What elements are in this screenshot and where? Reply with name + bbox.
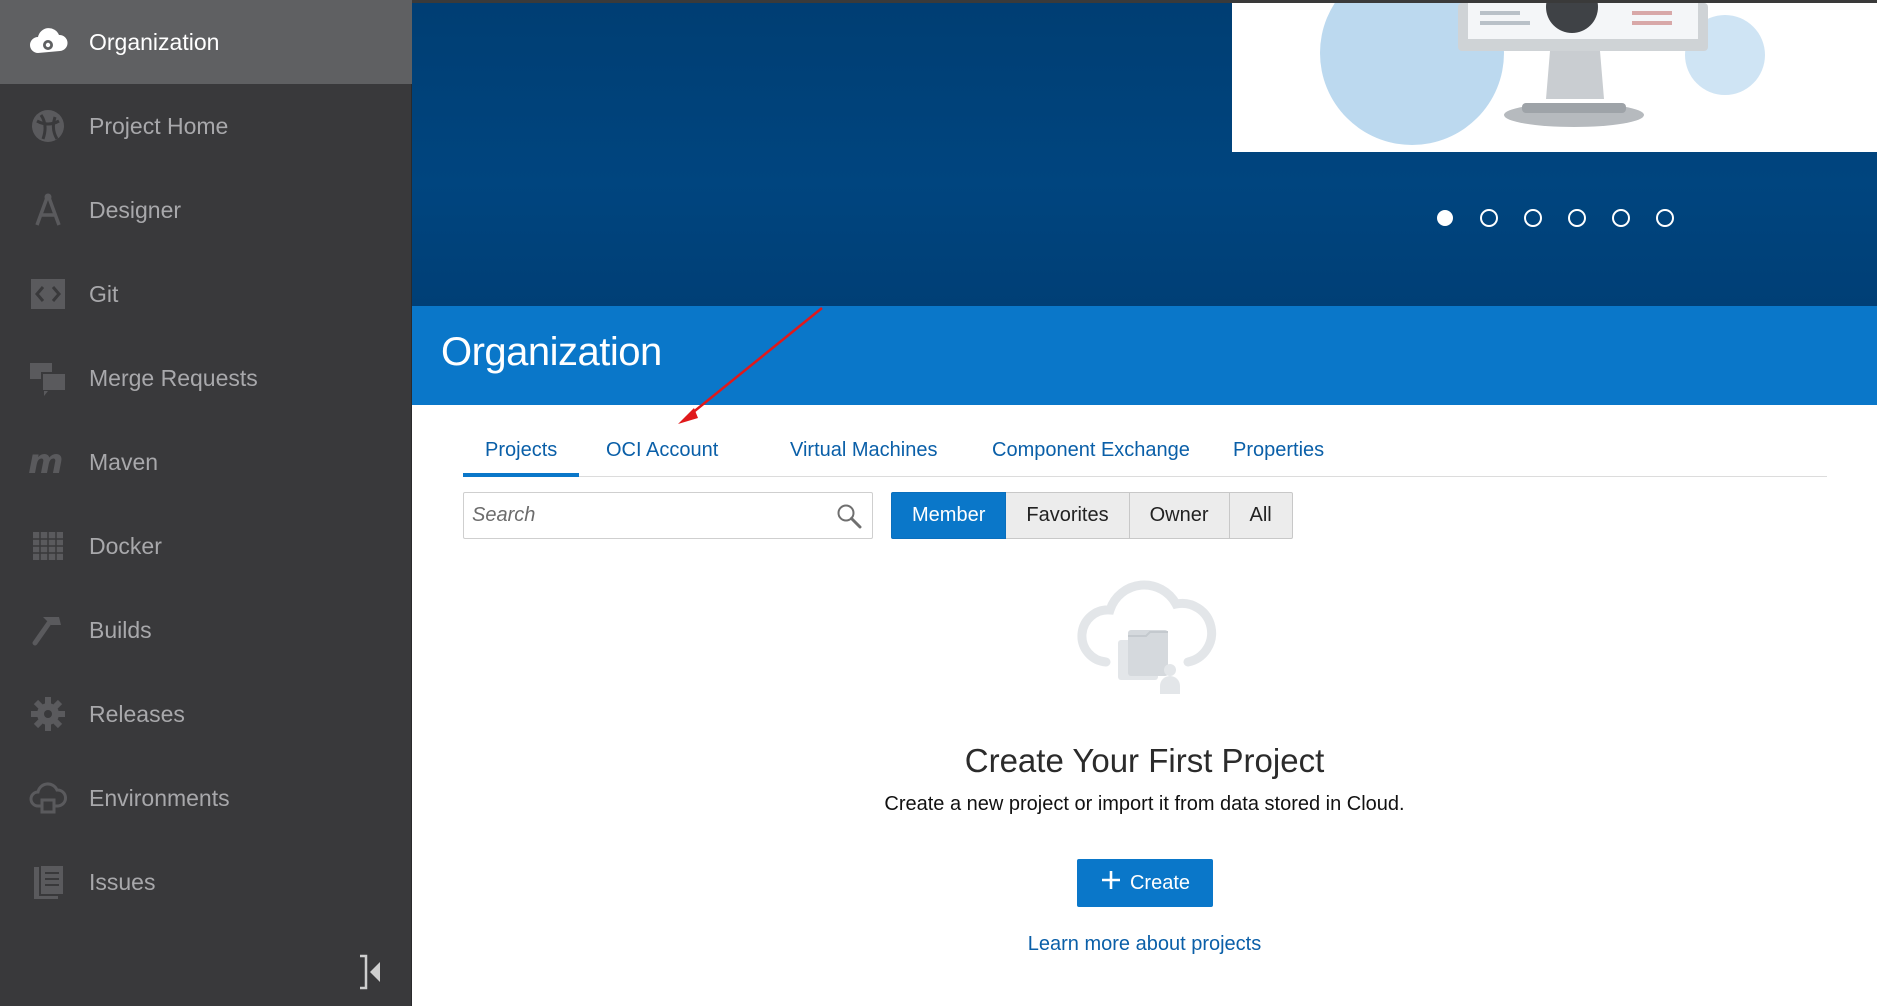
sidebar-item-label: Designer — [89, 197, 182, 223]
sidebar-item-maven[interactable]: m Maven — [0, 420, 412, 504]
filter-all-button[interactable]: All — [1229, 492, 1293, 539]
filter-owner-button[interactable]: Owner — [1129, 492, 1230, 539]
cloud-gear-icon — [28, 24, 68, 60]
promo-banner-carousel — [412, 0, 1877, 306]
page-title: Organization — [441, 330, 662, 374]
filter-favorites-button[interactable]: Favorites — [1006, 492, 1130, 539]
designer-icon — [28, 192, 68, 228]
carousel-dot-1[interactable] — [1437, 210, 1453, 226]
tab-component-exchange[interactable]: Component Exchange — [970, 430, 1212, 477]
learn-more-link[interactable]: Learn more about projects — [412, 933, 1877, 956]
sidebar-item-project-home[interactable]: Project Home — [0, 84, 412, 168]
carousel-dot-4[interactable] — [1568, 209, 1586, 227]
sidebar-item-label: Merge Requests — [89, 365, 258, 391]
tab-oci-account[interactable]: OCI Account — [584, 430, 740, 477]
sidebar-item-label: Builds — [89, 617, 152, 643]
git-icon — [28, 276, 68, 312]
empty-state-title: Create Your First Project — [964, 742, 1325, 779]
carousel-dot-2[interactable] — [1480, 209, 1498, 227]
filter-member-button[interactable]: Member — [891, 492, 1007, 539]
collapse-sidebar-icon — [356, 954, 386, 998]
tab-bar: Projects OCI Account Virtual Machines Co… — [463, 430, 1827, 477]
sidebar-item-label: Git — [89, 281, 119, 307]
maven-icon: m — [28, 444, 68, 480]
sidebar-item-environments[interactable]: Environments — [0, 756, 412, 840]
carousel-dot-5[interactable] — [1612, 209, 1630, 227]
carousel-dot-3[interactable] — [1524, 209, 1542, 227]
sidebar-item-designer[interactable]: Designer — [0, 168, 412, 252]
search-box — [463, 492, 873, 539]
tab-properties[interactable]: Properties — [1211, 430, 1346, 477]
carousel-pagination — [1436, 209, 1674, 229]
sidebar-item-label: Issues — [89, 869, 156, 895]
sidebar-item-label: Organization — [89, 29, 220, 55]
sidebar-item-label: Environments — [89, 785, 230, 811]
create-project-button[interactable]: Create — [1077, 859, 1213, 907]
sidebar-item-releases[interactable]: Releases — [0, 672, 412, 756]
search-input[interactable] — [472, 493, 812, 538]
sidebar-item-builds[interactable]: Builds — [0, 588, 412, 672]
sidebar-item-label: Releases — [89, 701, 185, 727]
search-icon[interactable] — [836, 503, 862, 529]
sidebar-item-label: Maven — [89, 449, 159, 475]
sidebar: Organization Project Home Designer Git M… — [0, 0, 412, 1006]
sidebar-item-docker[interactable]: Docker — [0, 504, 412, 588]
window-top-border — [412, 0, 1877, 3]
sidebar-item-label: Project Home — [89, 113, 229, 139]
project-home-icon — [28, 108, 68, 144]
hammer-icon — [28, 612, 68, 648]
sidebar-item-git[interactable]: Git — [0, 252, 412, 336]
merge-requests-icon — [28, 360, 68, 396]
sidebar-item-label: Docker — [89, 533, 162, 559]
tab-projects[interactable]: Projects — [463, 430, 580, 477]
sidebar-item-organization[interactable]: Organization — [0, 0, 412, 84]
plus-icon — [1100, 869, 1122, 897]
sidebar-item-merge-requests[interactable]: Merge Requests — [0, 336, 412, 420]
empty-projects-cloud-icon — [1066, 570, 1226, 700]
banner-slide-image — [1232, 3, 1877, 152]
sidebar-item-issues[interactable]: Issues — [0, 840, 412, 924]
collapse-sidebar-button[interactable] — [356, 950, 386, 994]
releases-gear-icon — [28, 696, 68, 732]
svg-text:m: m — [28, 447, 63, 477]
environments-icon — [28, 780, 68, 816]
tab-virtual-machines[interactable]: Virtual Machines — [768, 430, 959, 477]
empty-state-description: Create a new project or import it from d… — [884, 793, 1405, 815]
create-button-label: Create — [1129, 871, 1191, 894]
carousel-dot-6[interactable] — [1656, 209, 1674, 227]
page-header: Organization — [412, 306, 1877, 405]
membership-filter-group: Member Favorites Owner All — [891, 492, 1293, 539]
docker-icon — [28, 528, 68, 564]
issues-icon — [28, 864, 68, 900]
